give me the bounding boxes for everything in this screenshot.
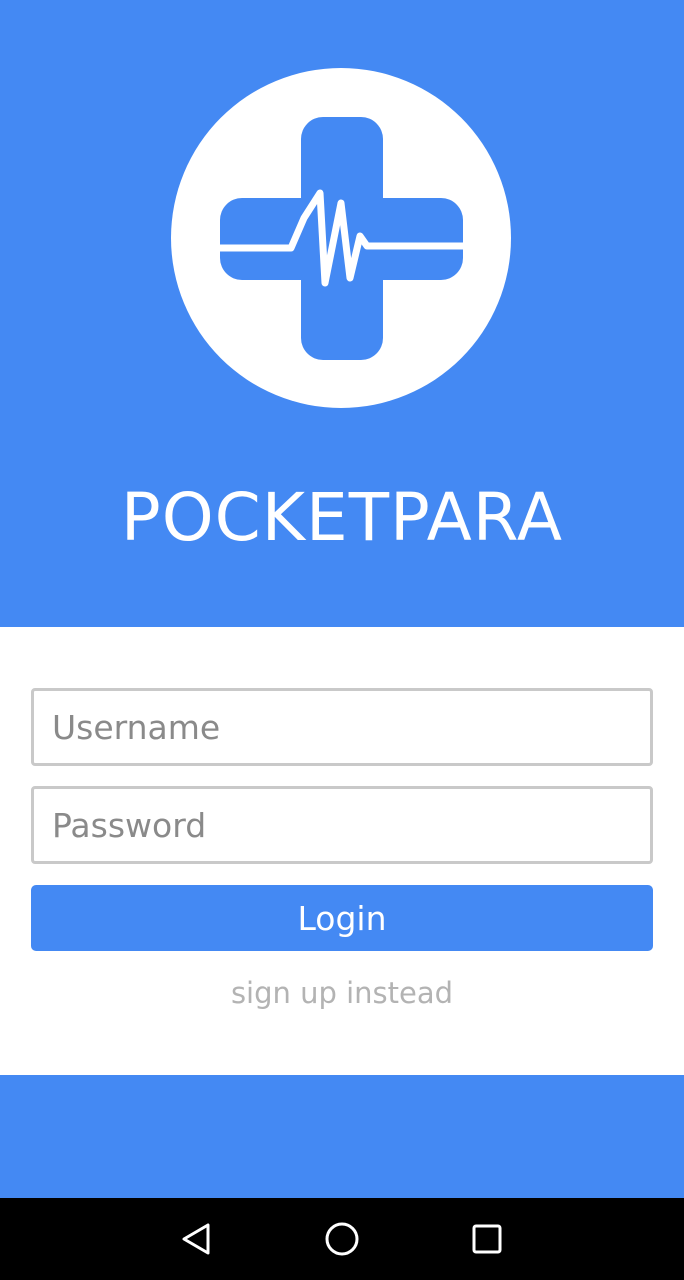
app-title: POCKETPARA xyxy=(120,479,564,556)
password-field-box xyxy=(31,786,653,864)
username-input[interactable] xyxy=(34,691,650,763)
login-button[interactable]: Login xyxy=(31,885,653,951)
recents-button[interactable] xyxy=(442,1198,532,1280)
system-navigation-bar xyxy=(0,1198,684,1280)
back-button[interactable] xyxy=(151,1198,241,1280)
login-form: Login sign up instead xyxy=(0,627,684,1075)
home-circle-icon xyxy=(325,1222,359,1256)
back-triangle-icon xyxy=(182,1223,210,1255)
header-panel: POCKETPARA xyxy=(0,0,684,627)
signup-link[interactable]: sign up instead xyxy=(0,973,684,1013)
recents-square-icon xyxy=(472,1224,502,1254)
home-button[interactable] xyxy=(297,1198,387,1280)
footer-band xyxy=(0,1075,684,1198)
medical-cross-heartbeat-icon xyxy=(171,68,511,408)
password-input[interactable] xyxy=(34,789,650,861)
username-field-box xyxy=(31,688,653,766)
